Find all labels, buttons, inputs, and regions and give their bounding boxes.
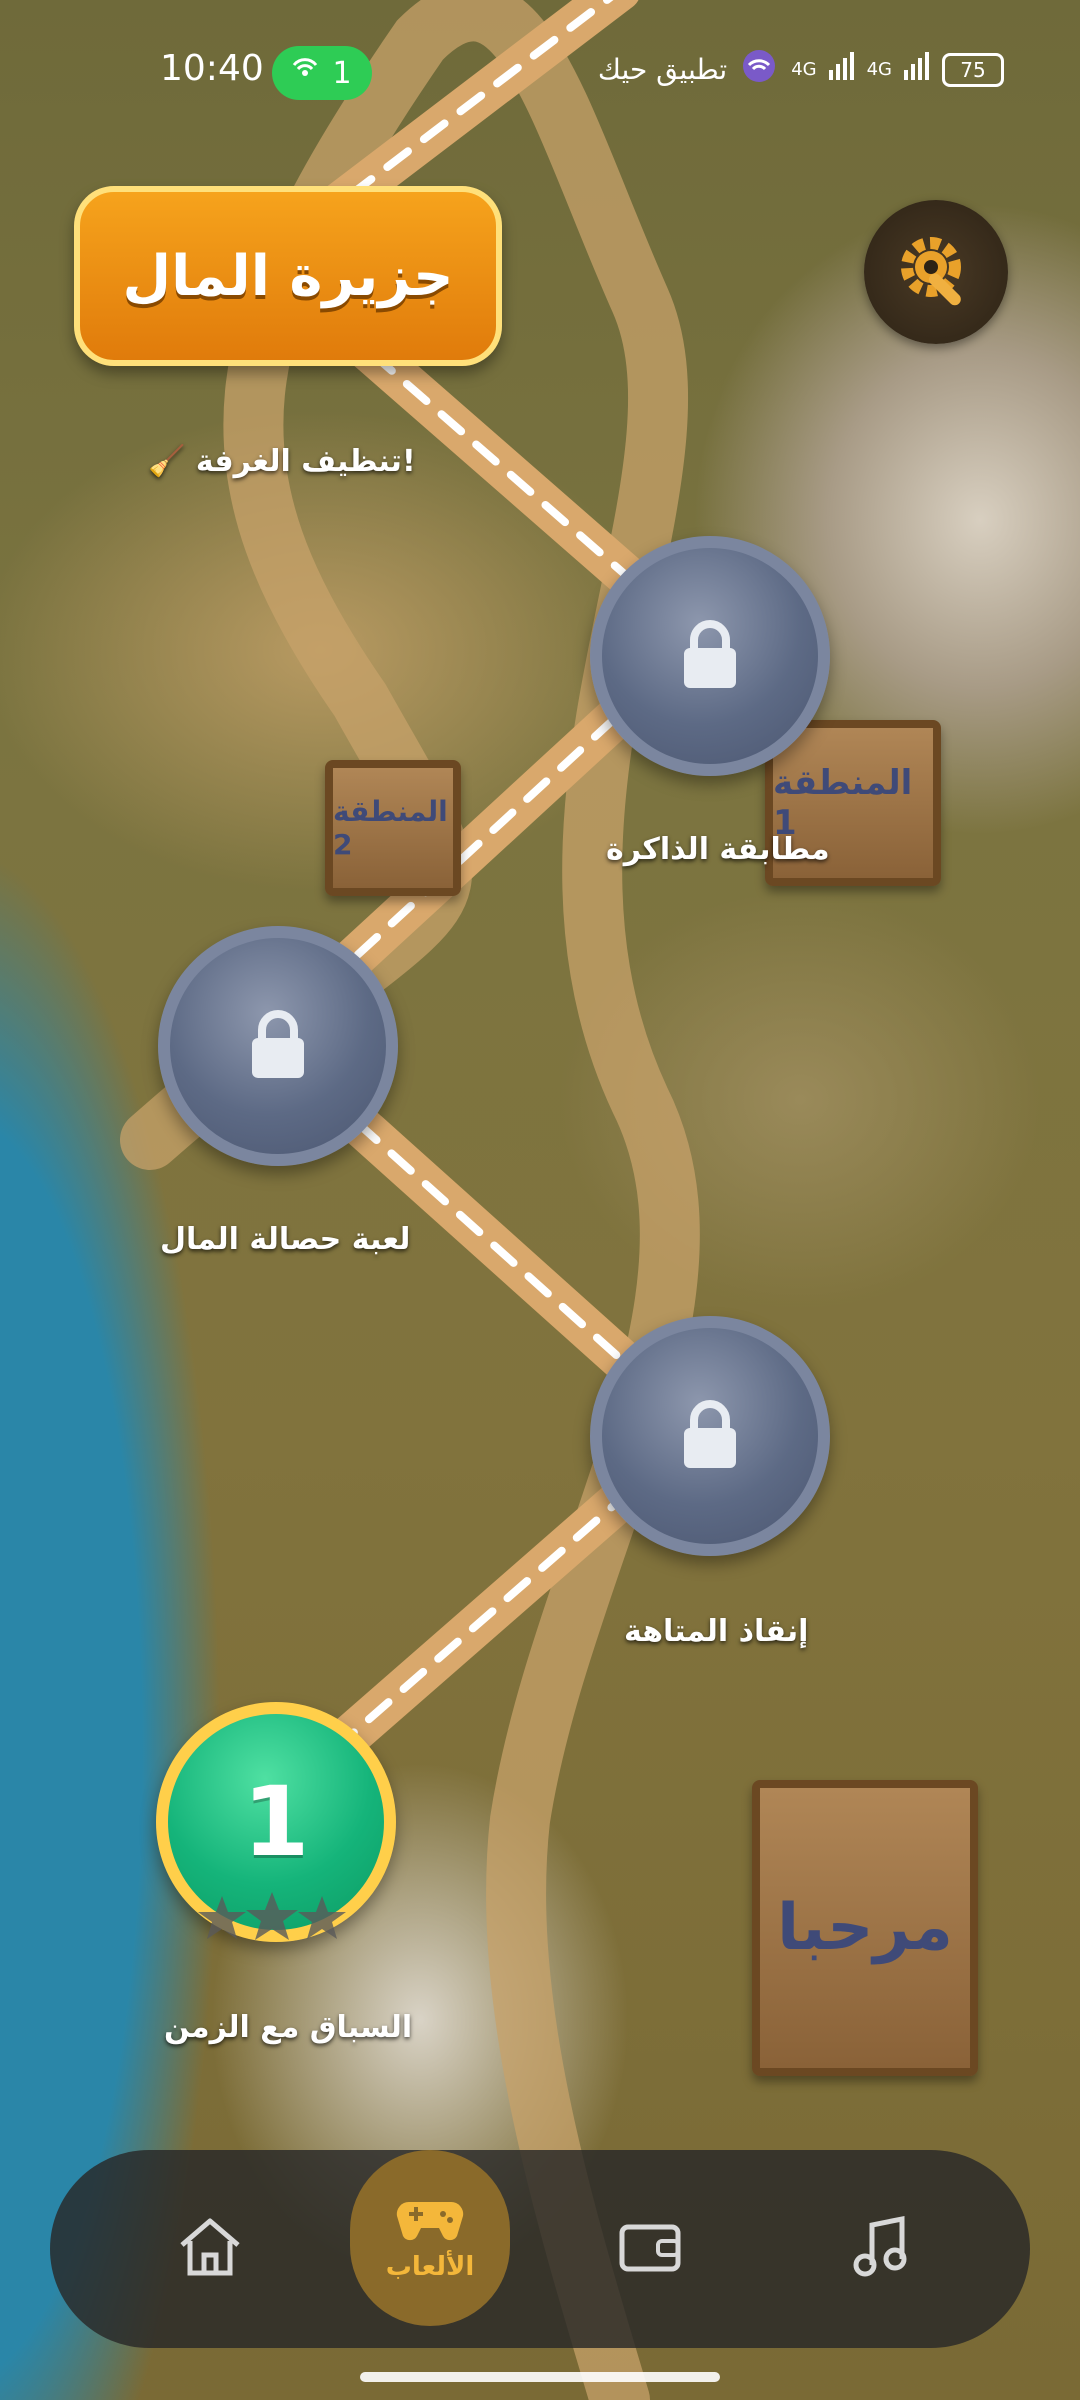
stars-row bbox=[196, 1892, 348, 1946]
level-node-memory-match[interactable] bbox=[590, 536, 830, 776]
lock-icon bbox=[248, 1008, 308, 1084]
nav-games-label: الألعاب bbox=[385, 2252, 475, 2282]
level-node-maze-rescue[interactable] bbox=[590, 1316, 830, 1556]
zone-2-sign: المنطقة 2 bbox=[325, 760, 461, 896]
level-label-memory-match: مطابقة الذاكرة bbox=[606, 832, 830, 867]
nav-home[interactable] bbox=[140, 2150, 280, 2348]
network-1: 4G bbox=[791, 59, 817, 80]
lock-icon bbox=[680, 618, 740, 694]
top-note-label: 🧹 تنظيف الغرفة! bbox=[148, 444, 416, 479]
hotspot-badge: 1 bbox=[272, 46, 372, 100]
bottom-nav bbox=[50, 2150, 1030, 2348]
network-2: 4G bbox=[866, 59, 892, 80]
nav-wallet[interactable] bbox=[580, 2150, 720, 2348]
hotspot-count: 1 bbox=[332, 55, 352, 91]
page-title: جزيرة المال bbox=[74, 186, 502, 366]
home-icon bbox=[176, 2215, 244, 2283]
signal-icon-1 bbox=[828, 52, 855, 87]
nav-games[interactable]: الألعاب bbox=[350, 2150, 510, 2326]
gear-wrench-icon bbox=[891, 225, 981, 319]
status-right: تطبيق حيك 4G 4G 75 bbox=[598, 50, 1004, 89]
level-label-race-time: السباق مع الزمن bbox=[164, 2010, 413, 2045]
battery-icon: 75 bbox=[942, 52, 1004, 87]
level-number: 1 bbox=[242, 1766, 310, 1878]
welcome-sign: مرحبا bbox=[752, 1780, 978, 2076]
level-node-piggy-bank[interactable] bbox=[158, 926, 398, 1166]
wifi-icon bbox=[739, 50, 779, 89]
hotspot-icon bbox=[292, 56, 318, 91]
wallet-icon bbox=[618, 2219, 682, 2279]
settings-button[interactable] bbox=[864, 200, 1008, 344]
nav-music[interactable] bbox=[810, 2150, 950, 2348]
gamepad-icon bbox=[395, 2194, 465, 2248]
signal-icon-2 bbox=[904, 52, 930, 87]
lock-icon bbox=[680, 1398, 740, 1474]
battery-level: 75 bbox=[960, 57, 986, 82]
carrier-name: تطبيق حيك bbox=[597, 53, 728, 86]
level-label-maze-rescue: إنقاذ المتاهة bbox=[624, 1614, 809, 1649]
status-time: 10:40 bbox=[160, 48, 264, 89]
page-title-text: جزيرة المال bbox=[122, 243, 454, 309]
music-note-icon bbox=[852, 2215, 908, 2283]
home-indicator[interactable] bbox=[360, 2372, 720, 2382]
level-label-piggy-bank: لعبة حصالة المال bbox=[160, 1222, 411, 1257]
